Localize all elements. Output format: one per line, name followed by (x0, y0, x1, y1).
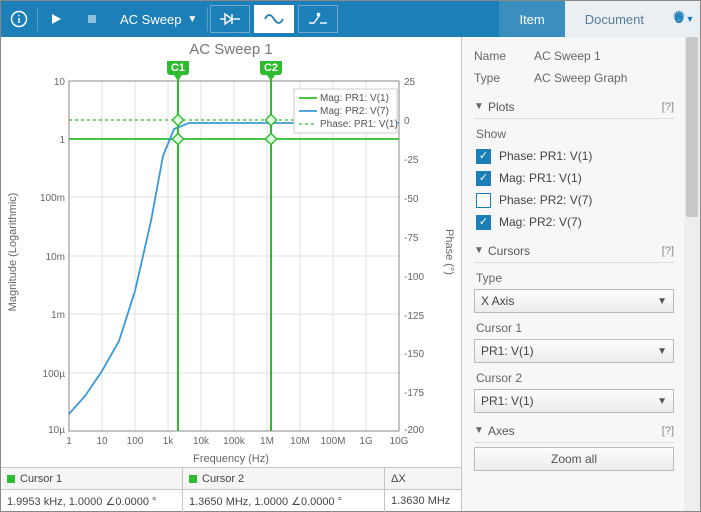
checkbox-phase-pr1[interactable]: Phase: PR1: V(1) (474, 145, 674, 167)
svg-text:10M: 10M (290, 436, 309, 447)
svg-text:1M: 1M (260, 436, 274, 447)
svg-text:1m: 1m (51, 310, 65, 321)
cursor1-value: 1.9953 kHz, 1.0000 ∠0.0000 ° (1, 490, 183, 512)
svg-text:1: 1 (66, 436, 72, 447)
svg-text:100k: 100k (223, 436, 246, 447)
mode-selector[interactable]: AC Sweep ▼ (110, 1, 207, 37)
diode-tool-icon[interactable] (210, 5, 250, 33)
toolbar: AC Sweep ▼ Item Document ▼ (1, 1, 700, 37)
svg-text:1k: 1k (163, 436, 175, 447)
svg-text:1: 1 (59, 135, 65, 146)
svg-text:-75: -75 (404, 233, 419, 244)
chevron-down-icon: ▼ (474, 245, 488, 256)
checkbox-mag-pr1[interactable]: Mag: PR1: V(1) (474, 167, 674, 189)
svg-text:Mag: PR2: V(7): Mag: PR2: V(7) (320, 106, 389, 117)
svg-text:0: 0 (404, 116, 410, 127)
checkbox-phase-pr2[interactable]: Phase: PR2: V(7) (474, 189, 674, 211)
plot-pane: AC Sweep 1 Magnitude (Logarithmic) Phase… (1, 37, 462, 511)
deltax-value: 1.3630 MHz (385, 490, 461, 512)
tab-item[interactable]: Item (499, 1, 564, 37)
chevron-down-icon: ▼ (657, 346, 667, 357)
main-area: AC Sweep 1 Magnitude (Logarithmic) Phase… (1, 37, 700, 511)
plot-svg: 10 1 100m 10m 1m 100µ 10µ 25 0 -25 -50 -… (39, 61, 439, 455)
stop-icon[interactable] (74, 1, 110, 37)
cursor-tag-c2[interactable]: C2 (260, 61, 282, 81)
checkbox-mag-pr2[interactable]: Mag: PR2: V(7) (474, 211, 674, 233)
svg-text:10: 10 (54, 77, 66, 88)
cursor1-header: Cursor 1 (1, 468, 183, 490)
svg-text:C2: C2 (264, 62, 278, 74)
scroll-thumb[interactable] (686, 37, 698, 217)
mode-label: AC Sweep (120, 12, 181, 27)
zoom-all-button[interactable]: Zoom all (474, 447, 674, 471)
cursor-color-swatch (7, 475, 15, 483)
cursor-table: Cursor 1 Cursor 2 ΔX 1.9953 kHz, 1.0000 … (1, 467, 461, 511)
svg-text:-150: -150 (404, 349, 424, 360)
play-icon[interactable] (38, 1, 74, 37)
chevron-down-icon: ▼ (686, 14, 695, 24)
svg-text:10µ: 10µ (48, 425, 65, 436)
type-value: AC Sweep Graph (534, 71, 627, 85)
svg-text:10k: 10k (193, 436, 210, 447)
plot-title: AC Sweep 1 (1, 37, 461, 59)
section-plots[interactable]: ▼ Plots [?] (474, 95, 674, 119)
svg-text:Mag: PR1: V(1): Mag: PR1: V(1) (320, 93, 389, 104)
name-value[interactable]: AC Sweep 1 (534, 49, 601, 63)
cursor2-value: 1.3650 MHz, 1.0000 ∠0.0000 ° (183, 490, 385, 512)
show-label: Show (476, 127, 674, 141)
chevron-down-icon: ▼ (474, 425, 488, 436)
plot-area[interactable]: AC Sweep 1 Magnitude (Logarithmic) Phase… (1, 37, 461, 467)
svg-text:-25: -25 (404, 155, 419, 166)
chevron-down-icon: ▼ (657, 396, 667, 407)
svg-text:-100: -100 (404, 272, 424, 283)
switch-tool-icon[interactable] (298, 5, 338, 33)
cursor2-label: Cursor 2 (476, 371, 674, 385)
scrollbar[interactable] (684, 37, 700, 511)
section-cursors[interactable]: ▼ Cursors [?] (474, 239, 674, 263)
cursor2-header: Cursor 2 (183, 468, 385, 490)
cursor1-label: Cursor 1 (476, 321, 674, 335)
help-link[interactable]: [?] (662, 245, 674, 257)
svg-text:-175: -175 (404, 388, 424, 399)
deltax-header: ΔX (385, 468, 461, 490)
svg-text:25: 25 (404, 77, 416, 88)
cursor-type-select[interactable]: X Axis▼ (474, 289, 674, 313)
svg-text:C1: C1 (171, 62, 185, 74)
chevron-down-icon: ▼ (657, 296, 667, 307)
svg-text:100m: 100m (40, 193, 65, 204)
y-axis-left-label: Magnitude (Logarithmic) (7, 182, 19, 322)
cursor2-select[interactable]: PR1: V(1)▼ (474, 389, 674, 413)
svg-text:10: 10 (96, 436, 108, 447)
cursor-color-swatch (189, 475, 197, 483)
svg-text:10m: 10m (46, 252, 65, 263)
properties-pane: NameAC Sweep 1 TypeAC Sweep Graph ▼ Plot… (462, 37, 700, 511)
svg-text:-200: -200 (404, 425, 424, 436)
svg-text:-50: -50 (404, 194, 419, 205)
svg-text:100µ: 100µ (43, 369, 66, 380)
svg-text:10G: 10G (390, 436, 409, 447)
waveform-tool-group (208, 1, 340, 37)
help-link[interactable]: [?] (662, 425, 674, 437)
gear-icon[interactable]: ▼ (664, 1, 700, 37)
info-icon[interactable] (1, 1, 37, 37)
help-link[interactable]: [?] (662, 101, 674, 113)
svg-text:100M: 100M (320, 436, 345, 447)
svg-text:Phase: PR1: V(1): Phase: PR1: V(1) (320, 119, 398, 130)
svg-text:-125: -125 (404, 311, 424, 322)
svg-text:1G: 1G (359, 436, 373, 447)
sine-tool-icon[interactable] (254, 5, 294, 33)
type-label: Type (474, 71, 534, 85)
cursor-type-label: Type (476, 271, 674, 285)
tab-document[interactable]: Document (565, 1, 664, 37)
chevron-down-icon: ▼ (187, 14, 197, 25)
cursor-tag-c1[interactable]: C1 (167, 61, 189, 81)
y-axis-right-label: Phase (°) (443, 212, 455, 292)
svg-text:100: 100 (127, 436, 144, 447)
chevron-down-icon: ▼ (474, 101, 488, 112)
cursor1-select[interactable]: PR1: V(1)▼ (474, 339, 674, 363)
name-label: Name (474, 49, 534, 63)
section-axes[interactable]: ▼ Axes [?] (474, 419, 674, 443)
